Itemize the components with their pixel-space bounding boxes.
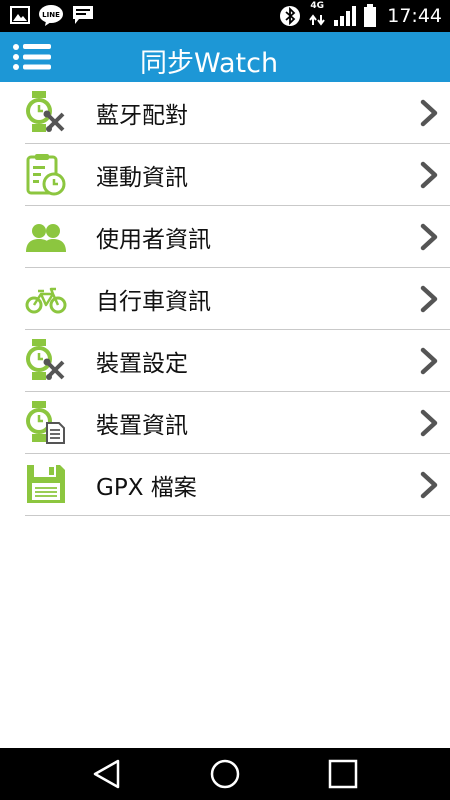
chevron-right-icon	[420, 409, 438, 437]
network-indicator: 4G	[307, 2, 327, 30]
chevron-right-icon	[420, 99, 438, 127]
menu-item-bicycle-info[interactable]: 自行車資訊	[25, 268, 450, 330]
menu-item-bluetooth-pairing[interactable]: 藍牙配對	[25, 82, 450, 144]
menu-item-label: 裝置資訊	[96, 413, 188, 439]
chevron-right-icon	[420, 471, 438, 499]
menu-item-label: 使用者資訊	[96, 227, 211, 253]
menu-item-exercise-info[interactable]: 運動資訊	[25, 144, 450, 206]
page-title: 同步Watch	[140, 48, 279, 79]
status-bar: LINE 4G 17:44	[0, 0, 450, 32]
watch-document-icon	[26, 401, 65, 444]
navigation-bar	[0, 748, 450, 800]
network-type: 4G	[310, 1, 325, 11]
notification-icons: LINE	[10, 4, 94, 26]
chevron-right-icon	[420, 161, 438, 189]
menu-item-label: 裝置設定	[96, 351, 188, 377]
menu-item-user-info[interactable]: 使用者資訊	[25, 206, 450, 268]
recent-apps-icon[interactable]	[326, 758, 360, 790]
menu-item-label: GPX 檔案	[96, 475, 197, 501]
main-menu-list: 藍牙配對 運動資訊 使用者資訊 自行車資訊 裝置設定 裝置資訊 GPX 檔案	[0, 82, 450, 516]
gallery-icon	[10, 6, 30, 24]
chevron-right-icon	[420, 347, 438, 375]
menu-item-device-info[interactable]: 裝置資訊	[25, 392, 450, 454]
clipboard-stopwatch-icon	[26, 154, 66, 196]
battery-icon	[364, 4, 377, 27]
home-icon[interactable]	[208, 758, 242, 790]
users-icon	[26, 224, 66, 252]
message-icon	[73, 6, 93, 24]
line-app-icon: LINE	[39, 5, 63, 26]
menu-item-label: 運動資訊	[96, 165, 188, 191]
system-indicators: 4G 17:44	[279, 2, 442, 30]
chevron-right-icon	[420, 223, 438, 251]
back-icon[interactable]	[90, 758, 124, 790]
floppy-disk-icon	[27, 465, 65, 503]
app-bar: 同步Watch	[0, 32, 450, 82]
menu-item-label: 自行車資訊	[96, 289, 211, 315]
watch-tools-icon	[26, 91, 65, 132]
menu-item-gpx-files[interactable]: GPX 檔案	[25, 454, 450, 516]
signal-icon	[334, 6, 357, 26]
watch-tools-icon	[26, 339, 65, 380]
menu-item-device-settings[interactable]: 裝置設定	[25, 330, 450, 392]
hamburger-menu-icon[interactable]	[12, 41, 52, 73]
chevron-right-icon	[420, 285, 438, 313]
bluetooth-icon	[280, 6, 301, 26]
clock: 17:44	[387, 5, 442, 27]
data-arrows-icon	[309, 14, 326, 26]
line-app-label: LINE	[42, 11, 60, 19]
bicycle-icon	[25, 287, 67, 314]
menu-item-label: 藍牙配對	[96, 103, 188, 129]
